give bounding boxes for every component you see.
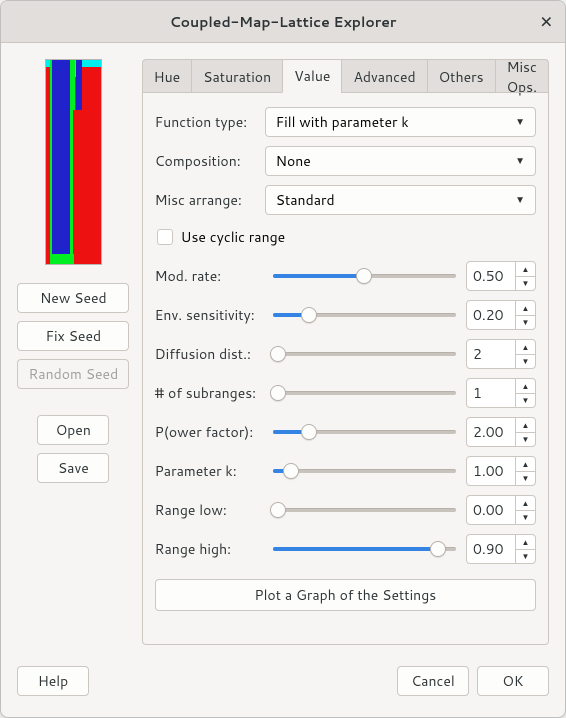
subranges-label: # of subranges: (155, 383, 263, 403)
range-high-label: Range high: (155, 539, 263, 559)
range-low-slider[interactable] (273, 500, 456, 520)
footer: Help Cancel OK (1, 661, 565, 717)
tab-others[interactable]: Others (427, 59, 495, 93)
dialog-window: Coupled-Map-Lattice Explorer ✕ New Seed … (0, 0, 566, 718)
power-factor-row: P(ower factor): ▲▼ (155, 417, 536, 447)
parameter-k-slider[interactable] (273, 461, 456, 481)
subranges-slider[interactable] (273, 383, 456, 403)
misc-arrange-value: Standard (276, 190, 335, 210)
tab-panel-value: Function type: Fill with parameter k ▼ C… (142, 92, 549, 645)
dialog-body: New Seed Fix Seed Random Seed Open Save … (1, 43, 565, 661)
up-icon[interactable]: ▲ (516, 340, 535, 355)
preview-image (45, 59, 102, 265)
up-icon[interactable]: ▲ (516, 301, 535, 316)
power-factor-input[interactable] (467, 418, 515, 446)
composition-label: Composition: (155, 151, 257, 171)
parameter-k-input[interactable] (467, 457, 515, 485)
right-column: Hue Saturation Value Advanced Others Mis… (142, 59, 549, 645)
subranges-input[interactable] (467, 379, 515, 407)
function-type-value: Fill with parameter k (276, 112, 409, 132)
env-sensitivity-label: Env. sensitivity: (155, 305, 263, 325)
range-high-input[interactable] (467, 535, 515, 563)
power-factor-label: P(ower factor): (155, 422, 263, 442)
range-low-input[interactable] (467, 496, 515, 524)
up-icon[interactable]: ▲ (516, 418, 535, 433)
tab-saturation[interactable]: Saturation (191, 59, 282, 93)
tab-misc-ops[interactable]: Misc Ops. (495, 59, 549, 93)
help-button[interactable]: Help (17, 666, 89, 696)
env-sensitivity-row: Env. sensitivity: ▲▼ (155, 300, 536, 330)
env-sensitivity-spinner[interactable]: ▲▼ (466, 300, 536, 330)
down-icon[interactable]: ▼ (516, 394, 535, 408)
tab-value[interactable]: Value (282, 59, 341, 93)
mod-rate-label: Mod. rate: (155, 266, 263, 286)
range-low-row: Range low: ▲▼ (155, 495, 536, 525)
new-seed-button[interactable]: New Seed (17, 283, 129, 313)
chevron-down-icon: ▼ (515, 115, 525, 129)
use-cyclic-range-label: Use cyclic range (181, 227, 286, 247)
range-low-spinner[interactable]: ▲▼ (466, 495, 536, 525)
use-cyclic-range-checkbox[interactable] (157, 229, 173, 245)
up-icon[interactable]: ▲ (516, 496, 535, 511)
random-seed-button: Random Seed (17, 359, 129, 389)
mod-rate-slider[interactable] (273, 266, 456, 286)
close-icon[interactable]: ✕ (540, 10, 553, 33)
plot-graph-button[interactable]: Plot a Graph of the Settings (155, 579, 536, 611)
parameter-k-label: Parameter k: (155, 461, 263, 481)
up-icon[interactable]: ▲ (516, 379, 535, 394)
tab-hue[interactable]: Hue (142, 59, 192, 93)
env-sensitivity-input[interactable] (467, 301, 515, 329)
up-icon[interactable]: ▲ (516, 262, 535, 277)
diffusion-dist-spinner[interactable]: ▲▼ (466, 339, 536, 369)
left-column: New Seed Fix Seed Random Seed Open Save (17, 59, 130, 645)
diffusion-dist-label: Diffusion dist.: (155, 344, 263, 364)
titlebar: Coupled-Map-Lattice Explorer ✕ (1, 1, 565, 43)
down-icon[interactable]: ▼ (516, 511, 535, 525)
range-low-label: Range low: (155, 500, 263, 520)
function-type-label: Function type: (155, 112, 257, 132)
down-icon[interactable]: ▼ (516, 355, 535, 369)
function-type-combo[interactable]: Fill with parameter k ▼ (265, 107, 536, 137)
composition-value: None (276, 151, 311, 171)
down-icon[interactable]: ▼ (516, 316, 535, 330)
down-icon[interactable]: ▼ (516, 433, 535, 447)
down-icon[interactable]: ▼ (516, 277, 535, 291)
diffusion-dist-input[interactable] (467, 340, 515, 368)
power-factor-slider[interactable] (273, 422, 456, 442)
ok-button[interactable]: OK (477, 666, 549, 696)
up-icon[interactable]: ▲ (516, 457, 535, 472)
misc-arrange-label: Misc arrange: (155, 190, 257, 210)
range-high-row: Range high: ▲▼ (155, 534, 536, 564)
chevron-down-icon: ▼ (515, 193, 525, 207)
power-factor-spinner[interactable]: ▲▼ (466, 417, 536, 447)
parameter-k-spinner[interactable]: ▲▼ (466, 456, 536, 486)
up-icon[interactable]: ▲ (516, 535, 535, 550)
misc-arrange-combo[interactable]: Standard ▼ (265, 185, 536, 215)
open-button[interactable]: Open (37, 415, 109, 445)
down-icon[interactable]: ▼ (516, 550, 535, 564)
parameter-k-row: Parameter k: ▲▼ (155, 456, 536, 486)
mod-rate-spinner[interactable]: ▲▼ (466, 261, 536, 291)
diffusion-dist-slider[interactable] (273, 344, 456, 364)
env-sensitivity-slider[interactable] (273, 305, 456, 325)
subranges-row: # of subranges: ▲▼ (155, 378, 536, 408)
cancel-button[interactable]: Cancel (397, 666, 469, 696)
tabs: Hue Saturation Value Advanced Others Mis… (142, 59, 549, 93)
chevron-down-icon: ▼ (515, 154, 525, 168)
range-high-slider[interactable] (273, 539, 456, 559)
mod-rate-input[interactable] (467, 262, 515, 290)
subranges-spinner[interactable]: ▲▼ (466, 378, 536, 408)
fix-seed-button[interactable]: Fix Seed (17, 321, 129, 351)
diffusion-dist-row: Diffusion dist.: ▲▼ (155, 339, 536, 369)
mod-rate-row: Mod. rate: ▲▼ (155, 261, 536, 291)
range-high-spinner[interactable]: ▲▼ (466, 534, 536, 564)
composition-combo[interactable]: None ▼ (265, 146, 536, 176)
down-icon[interactable]: ▼ (516, 472, 535, 486)
window-title: Coupled-Map-Lattice Explorer (170, 12, 397, 32)
tab-advanced[interactable]: Advanced (341, 59, 426, 93)
save-button[interactable]: Save (37, 453, 109, 483)
